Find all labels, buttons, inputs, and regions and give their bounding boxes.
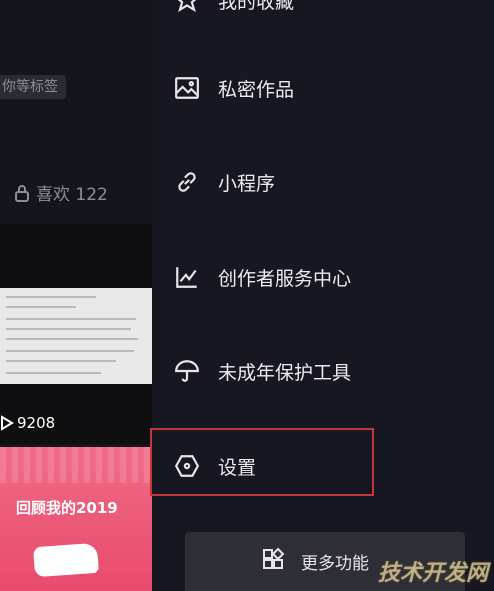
menu-item-minor-protection[interactable]: 未成年保护工具 xyxy=(152,324,494,418)
side-drawer-menu: 我的收藏 私密作品 小程序 创作者服务中心 未成年保护工具 设置 更多功能 xyxy=(150,0,494,591)
likes-label: 喜欢 122 xyxy=(36,185,108,205)
video-thumbnail-2019[interactable]: 回顾我的2019 xyxy=(0,447,152,591)
menu-item-creator-center[interactable]: 创作者服务中心 xyxy=(152,230,494,324)
menu-item-favorites[interactable]: 我的收藏 xyxy=(152,0,494,47)
tag-chip[interactable]: 你等标签 xyxy=(0,75,66,99)
highlight-box xyxy=(150,428,374,496)
lock-icon xyxy=(15,184,29,202)
menu-item-label: 未成年保护工具 xyxy=(218,361,352,384)
thumbnail-graphic xyxy=(33,542,99,578)
menu-item-label: 小程序 xyxy=(218,172,276,195)
video-caption: 回顾我的2019 xyxy=(16,499,118,517)
thumbnail-image xyxy=(0,288,152,384)
link-icon xyxy=(172,167,202,197)
menu-item-label: 创作者服务中心 xyxy=(218,267,352,290)
image-icon xyxy=(172,73,202,103)
video-thumbnail[interactable]: 9208 xyxy=(0,224,152,444)
thumbnail-pattern xyxy=(0,447,152,483)
profile-background-panel: 你等标签 喜欢 122 9208 回顾我的2019 xyxy=(0,0,152,591)
site-watermark: 技术开发网 xyxy=(377,561,488,586)
grid-icon xyxy=(261,547,285,576)
chart-icon xyxy=(172,262,202,292)
menu-item-private-works[interactable]: 私密作品 xyxy=(152,41,494,135)
likes-tab[interactable]: 喜欢 122 xyxy=(14,180,108,205)
umbrella-icon xyxy=(172,356,202,386)
more-features-label: 更多功能 xyxy=(301,554,369,574)
view-count-value: 9208 xyxy=(17,414,56,432)
menu-item-label: 我的收藏 xyxy=(218,0,295,13)
play-icon xyxy=(0,415,14,431)
view-count: 9208 xyxy=(0,414,55,432)
star-icon xyxy=(172,0,202,15)
menu-item-label: 私密作品 xyxy=(218,78,295,101)
menu-item-mini-programs[interactable]: 小程序 xyxy=(152,135,494,229)
